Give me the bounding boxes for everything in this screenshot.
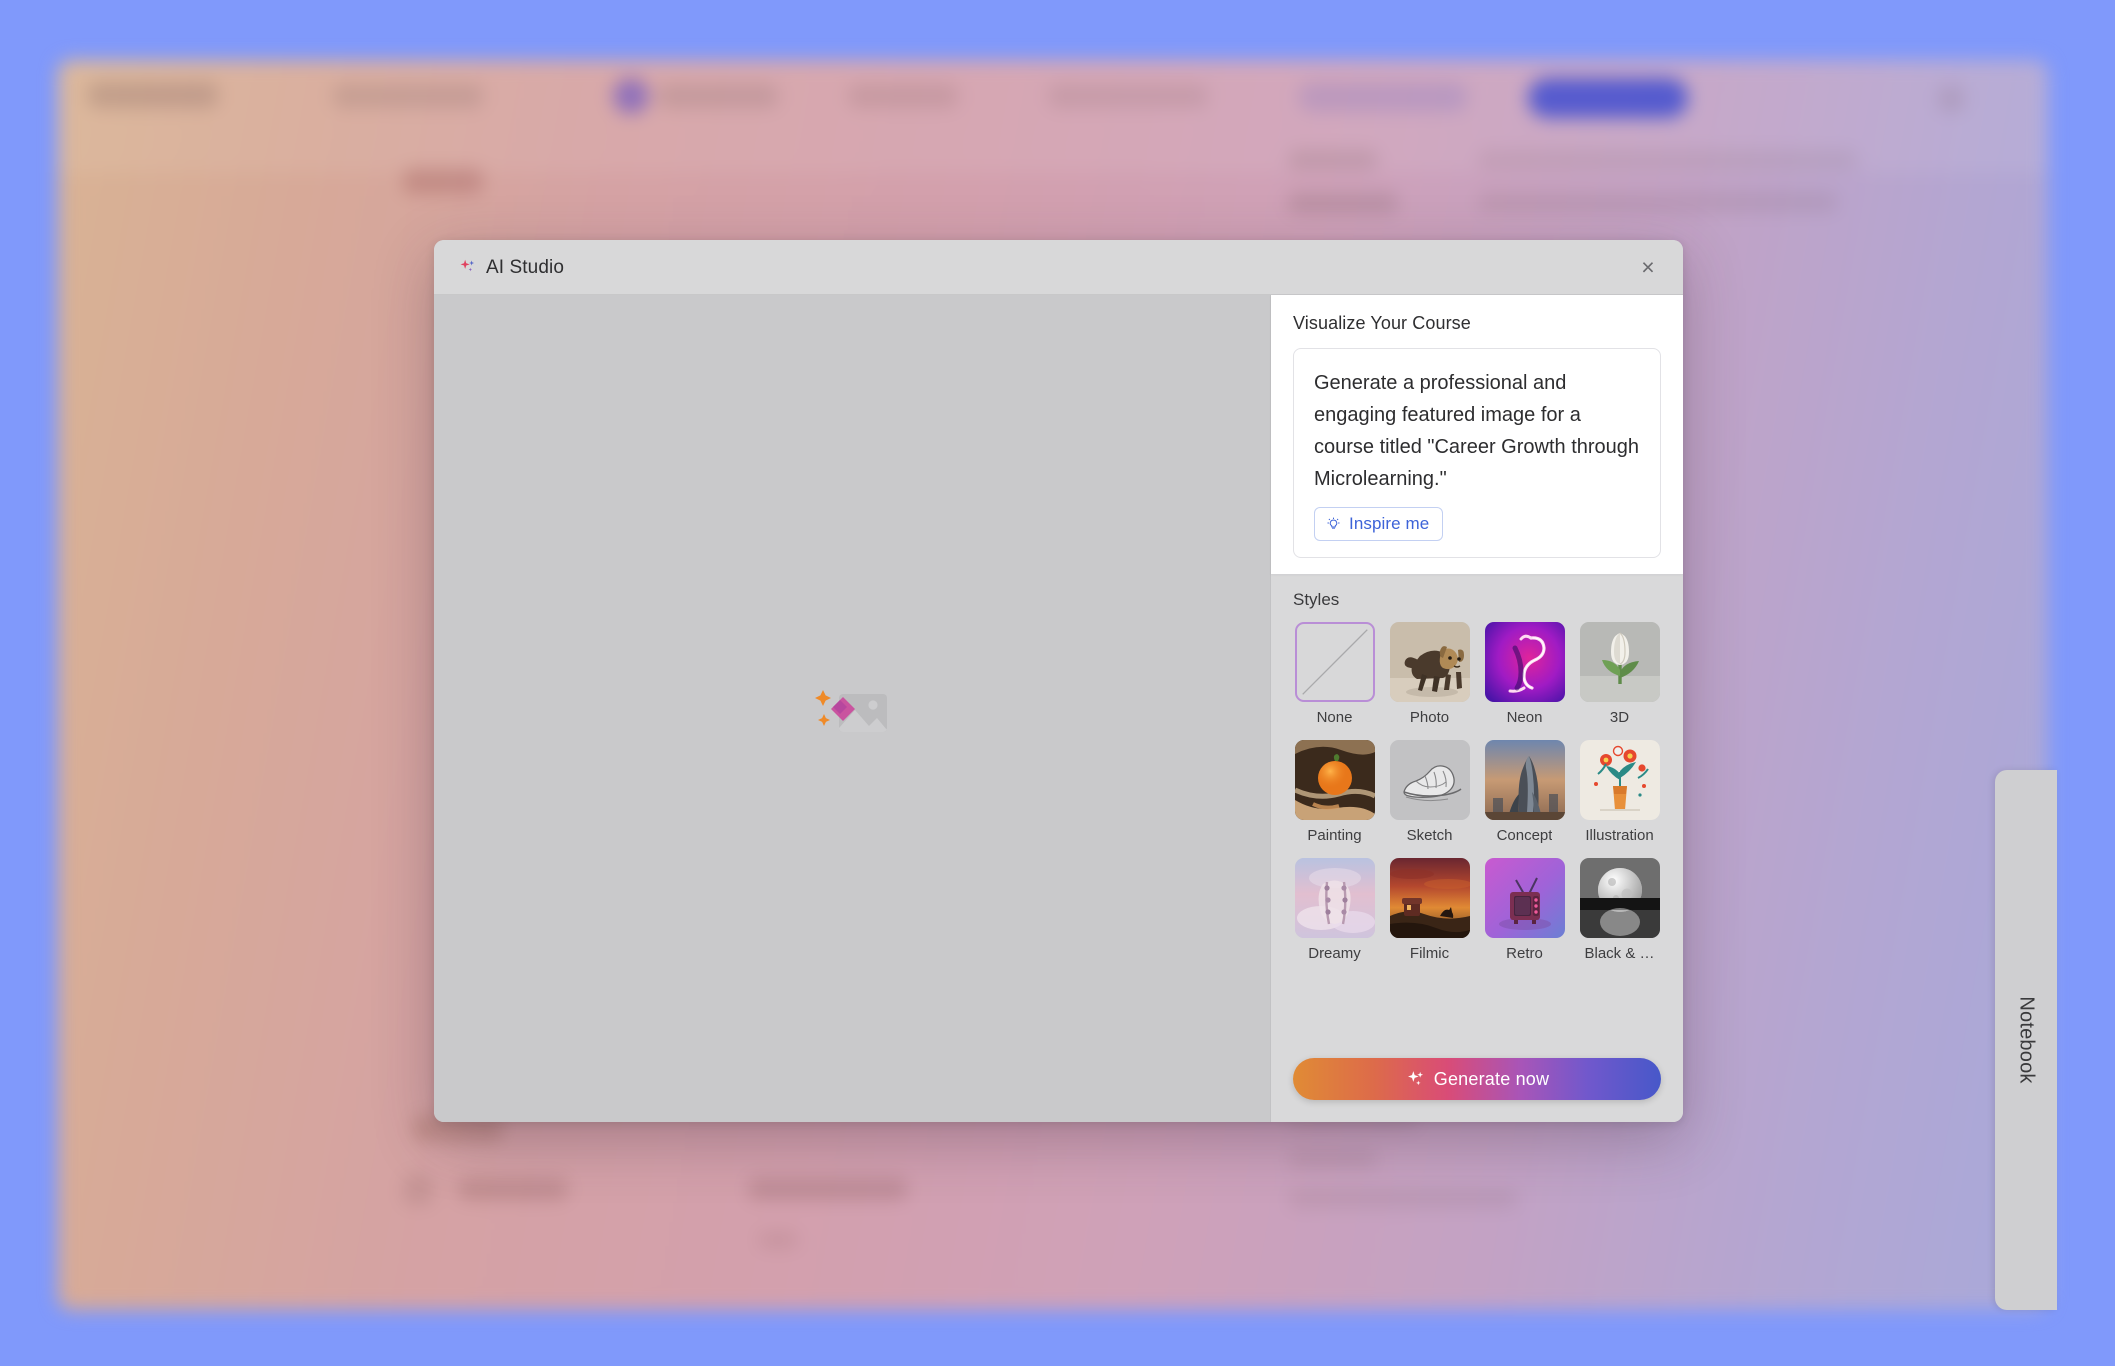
style-option-sketch[interactable]: Sketch xyxy=(1388,740,1471,844)
bg-right-label-6 xyxy=(1288,1190,1518,1208)
prompt-input-box[interactable]: Generate a professional and engaging fea… xyxy=(1293,348,1661,558)
bg-secondary-button xyxy=(1298,82,1468,112)
lightbulb-icon xyxy=(1327,517,1340,529)
bg-search-icon xyxy=(1938,86,1964,112)
app-root: Notebook AI Studio × Visualize Your Cour… xyxy=(0,0,2115,1366)
bg-right-label-5 xyxy=(1288,1150,1378,1168)
style-thumb-concept xyxy=(1484,740,1565,820)
notebook-side-tab[interactable]: Notebook xyxy=(1995,770,2057,1310)
sparkles-icon xyxy=(460,259,475,272)
bg-right-label-1 xyxy=(1288,150,1378,170)
bg-nav-avatar xyxy=(613,78,649,114)
style-label: Retro xyxy=(1506,945,1543,962)
style-label: Neon xyxy=(1506,709,1543,726)
style-label: Painting xyxy=(1307,827,1362,844)
image-preview-canvas[interactable] xyxy=(434,295,1271,1122)
styles-heading: Styles xyxy=(1293,590,1340,609)
dialog-body: Visualize Your Course Generate a profess… xyxy=(434,295,1683,1122)
style-option-filmic[interactable]: Filmic xyxy=(1388,858,1471,962)
dialog-titlebar: AI Studio × xyxy=(434,240,1683,295)
style-option-retro[interactable]: Retro xyxy=(1483,858,1566,962)
prompt-card: Visualize Your Course Generate a profess… xyxy=(1271,295,1683,574)
bg-right-label-2 xyxy=(1288,192,1398,214)
generate-now-button[interactable]: Generate now xyxy=(1293,1058,1661,1100)
style-label: Filmic xyxy=(1409,945,1450,962)
generate-now-label: Generate now xyxy=(1433,1068,1550,1089)
bg-list-icon xyxy=(403,1175,433,1205)
bg-list-value xyxy=(748,1178,908,1200)
bg-nav-item-4 xyxy=(1048,84,1208,108)
style-option-illustration[interactable]: Illustration xyxy=(1578,740,1661,844)
sparkles-icon xyxy=(1407,1071,1423,1086)
style-label: Dreamy xyxy=(1308,945,1361,962)
dialog-title: AI Studio xyxy=(486,256,565,278)
style-thumb-painting xyxy=(1294,740,1375,820)
bg-logo xyxy=(88,82,218,108)
style-option-black-and-white[interactable]: Black & … xyxy=(1578,858,1661,962)
style-thumb-illustration xyxy=(1579,740,1660,820)
style-thumb-dreamy xyxy=(1294,858,1375,938)
styles-grid: None Photo Neon 3D Painting Sketch Conce… xyxy=(1293,622,1661,962)
controls-side-panel: Visualize Your Course Generate a profess… xyxy=(1271,295,1683,1122)
style-option-3d[interactable]: 3D xyxy=(1578,622,1661,726)
bg-nav-item-3 xyxy=(848,84,958,108)
bg-nav-item-1 xyxy=(333,84,483,108)
style-thumb-sketch xyxy=(1389,740,1470,820)
style-label: Black & … xyxy=(1584,945,1655,962)
style-label: None xyxy=(1316,709,1353,726)
style-label: Illustration xyxy=(1585,827,1654,844)
inspire-me-label: Inspire me xyxy=(1349,514,1430,533)
image-with-sparkles-placeholder-icon xyxy=(815,689,887,732)
style-thumb-3d xyxy=(1579,622,1660,702)
generate-button-wrap: Generate now xyxy=(1293,1038,1661,1100)
notebook-tab-label: Notebook xyxy=(2015,996,2038,1084)
style-thumb-black-and-white xyxy=(1579,858,1660,938)
bg-right-field-2 xyxy=(1478,192,1838,212)
inspire-me-button[interactable]: Inspire me xyxy=(1314,507,1444,541)
style-option-concept[interactable]: Concept xyxy=(1483,740,1566,844)
style-label: Photo xyxy=(1409,709,1450,726)
style-label: Sketch xyxy=(1406,827,1453,844)
ai-studio-dialog: AI Studio × Visualize Your Course Genera… xyxy=(434,240,1683,1122)
close-icon[interactable]: × xyxy=(1631,251,1665,285)
style-option-none[interactable]: None xyxy=(1293,622,1376,726)
style-option-dreamy[interactable]: Dreamy xyxy=(1293,858,1376,962)
style-label: Concept xyxy=(1496,827,1553,844)
style-thumb-photo xyxy=(1389,622,1470,702)
style-option-painting[interactable]: Painting xyxy=(1293,740,1376,844)
style-option-neon[interactable]: Neon xyxy=(1483,622,1566,726)
style-label: 3D xyxy=(1609,709,1630,726)
style-thumb-neon xyxy=(1484,622,1565,702)
prompt-text[interactable]: Generate a professional and engaging fea… xyxy=(1314,367,1640,495)
style-thumb-none xyxy=(1294,622,1375,702)
style-thumb-filmic xyxy=(1389,858,1470,938)
bg-list-meta xyxy=(758,1232,798,1248)
bg-list-label xyxy=(458,1178,568,1200)
style-option-photo[interactable]: Photo xyxy=(1388,622,1471,726)
bg-breadcrumb xyxy=(403,168,483,194)
bg-nav-item-2 xyxy=(658,84,778,108)
style-thumb-retro xyxy=(1484,858,1565,938)
prompt-heading: Visualize Your Course xyxy=(1293,313,1471,333)
bg-primary-button xyxy=(1528,78,1688,118)
bg-right-field-1 xyxy=(1478,150,1858,170)
